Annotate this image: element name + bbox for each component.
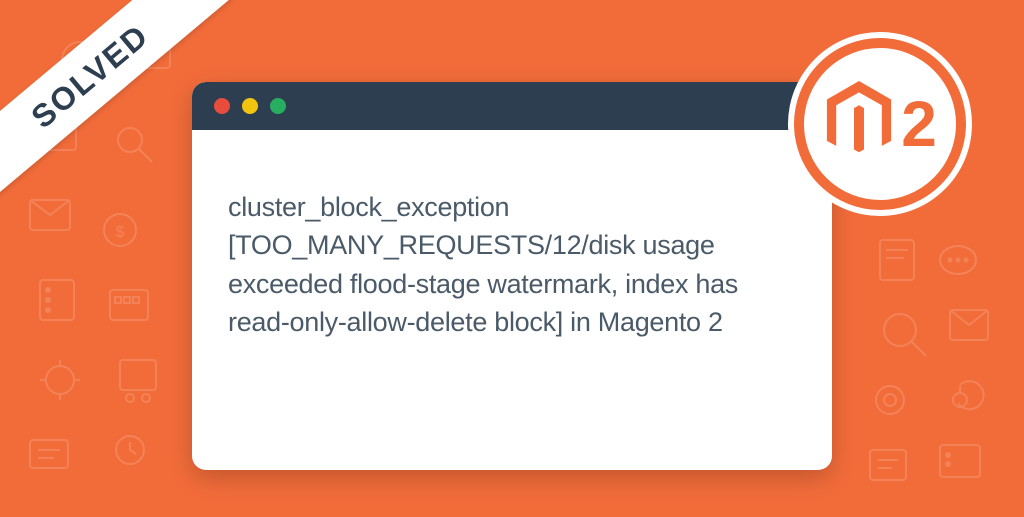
error-window: cluster_block_exception [TOO_MANY_REQUES… [192, 82, 832, 470]
magento-badge: 2 [794, 38, 966, 210]
close-icon [214, 98, 230, 114]
maximize-icon [270, 98, 286, 114]
svg-text:$: $ [116, 224, 125, 241]
error-message: cluster_block_exception [TOO_MANY_REQUES… [228, 188, 796, 341]
window-titlebar [192, 82, 832, 130]
version-number: 2 [901, 92, 937, 156]
minimize-icon [242, 98, 258, 114]
magento-icon [823, 81, 895, 168]
window-content: cluster_block_exception [TOO_MANY_REQUES… [192, 130, 832, 371]
